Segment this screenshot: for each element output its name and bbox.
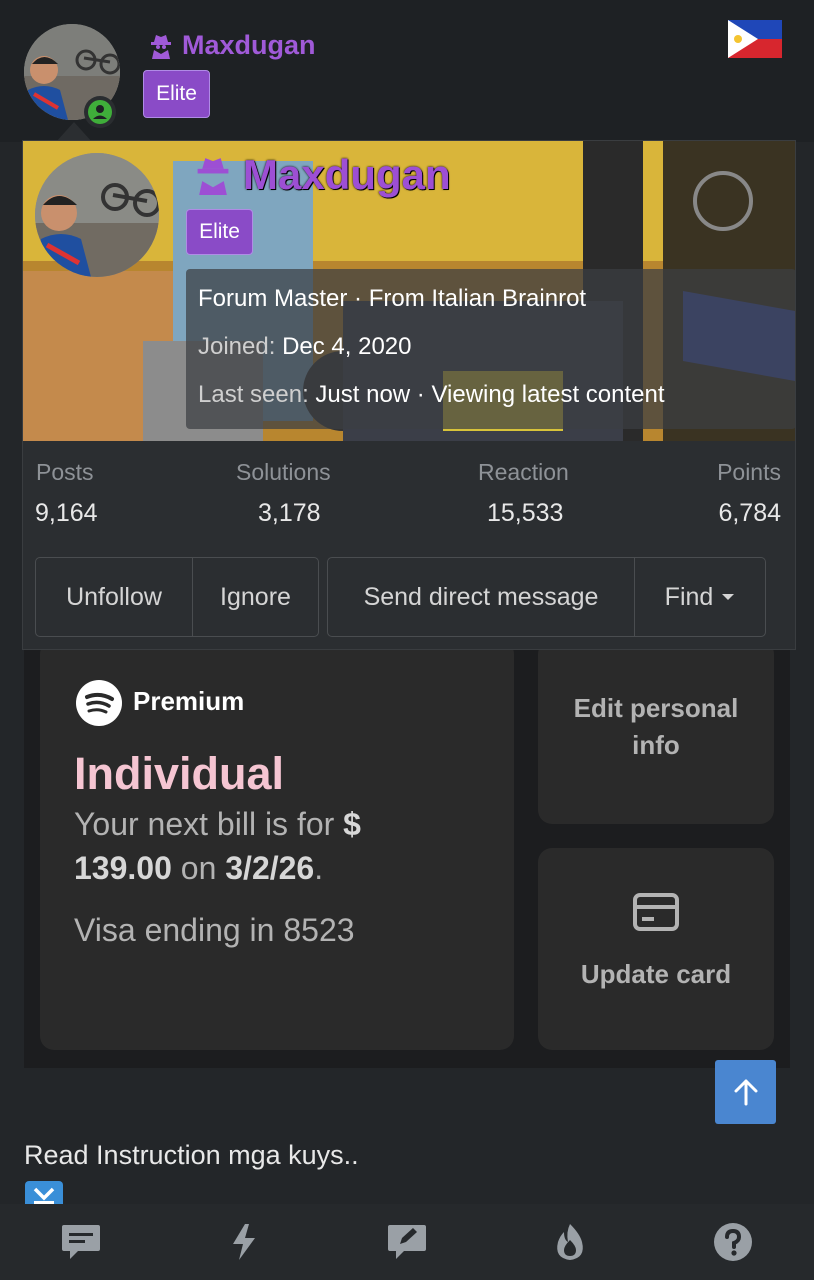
visa-line: Visa ending in 8523: [74, 912, 355, 948]
elite-badge: Elite: [143, 70, 210, 118]
caret-down-icon: [722, 594, 735, 600]
bill-period: .: [314, 850, 324, 886]
edit-info-label: Edit personal info: [573, 693, 739, 760]
profile-header: Maxdugan Elite: [0, 0, 814, 142]
update-card-card[interactable]: Update card: [538, 848, 774, 1050]
bottom-nav-bar: [0, 1204, 814, 1280]
bill-line-1: Your next bill is for $: [74, 806, 361, 843]
spy-icon: [151, 34, 171, 59]
last-seen-label: Last seen:: [198, 381, 309, 408]
bolt-icon: [233, 1224, 255, 1260]
edit-personal-info-card[interactable]: Edit personal info: [538, 640, 774, 824]
post-text: Read Instruction mga kuys..: [24, 1140, 359, 1170]
profile-banner: Maxdugan Elite Forum Master · From Itali…: [23, 141, 795, 441]
bill-line-2: 139.00 on 3/2/26.: [74, 850, 323, 887]
spy-icon: [197, 158, 229, 195]
arrow-up-icon: [734, 1079, 757, 1106]
bill-currency: $: [343, 806, 361, 842]
help-icon: [714, 1223, 752, 1261]
nav-new-post[interactable]: [385, 1222, 429, 1262]
popup-elite-badge: Elite: [186, 209, 253, 255]
stat-value-reaction[interactable]: 15,533: [487, 499, 563, 528]
joined-label: Joined:: [198, 333, 276, 360]
popup-username-text: Maxdugan: [243, 151, 451, 198]
member-stats: Posts 9,164 Solutions 3,178 Reaction 15,…: [23, 441, 795, 551]
stat-label-points: Points: [717, 459, 781, 485]
user-avatar[interactable]: [24, 24, 120, 128]
stat-label-solutions: Solutions: [236, 459, 331, 485]
nav-whats-new[interactable]: [222, 1222, 266, 1262]
nav-help[interactable]: [711, 1222, 755, 1262]
bill-date: 3/2/26: [225, 850, 315, 886]
scroll-to-top-button[interactable]: [715, 1060, 776, 1124]
premium-label: Premium: [133, 686, 245, 716]
joined-value: Dec 4, 2020: [282, 333, 412, 360]
stat-label-posts: Posts: [36, 459, 94, 485]
member-location: From Italian Brainrot: [368, 285, 587, 312]
edit-icon: [388, 1225, 426, 1259]
philippines-flag-icon: [728, 20, 782, 58]
nav-trending[interactable]: [548, 1222, 592, 1262]
last-seen-value: Just now · Viewing latest content: [315, 381, 665, 408]
plan-name: Individual: [74, 748, 285, 799]
last-seen-line: Last seen: Just now · Viewing latest con…: [198, 381, 665, 409]
bill-on: on: [180, 850, 217, 886]
fire-icon: [557, 1224, 583, 1260]
ignore-button[interactable]: Ignore: [192, 558, 318, 636]
stat-value-solutions[interactable]: 3,178: [258, 499, 321, 528]
banner-avatar[interactable]: [35, 153, 159, 277]
unfollow-button[interactable]: Unfollow: [36, 558, 192, 636]
member-rank: Forum Master: [198, 285, 348, 312]
credit-card-icon: [633, 893, 679, 931]
popup-arrow: [56, 122, 92, 142]
chat-icon: [62, 1225, 100, 1259]
send-direct-message-button[interactable]: Send direct message: [328, 558, 634, 636]
member-tooltip-card: Maxdugan Elite Forum Master · From Itali…: [22, 140, 796, 650]
spotify-icon: [76, 680, 122, 726]
nav-chat[interactable]: [59, 1222, 103, 1262]
bill-prefix: Your next bill is for: [74, 806, 335, 842]
stat-label-reaction: Reaction: [478, 459, 569, 485]
member-info-box: Forum Master · From Italian Brainrot Joi…: [186, 269, 795, 429]
header-username[interactable]: Maxdugan: [148, 30, 316, 61]
title-separator: ·: [347, 285, 369, 312]
bill-amount: 139.00: [74, 850, 172, 886]
find-dropdown-button[interactable]: Find: [634, 558, 765, 636]
update-card-label: Update card: [580, 959, 732, 989]
find-label: Find: [664, 582, 714, 611]
stat-value-points[interactable]: 6,784: [718, 499, 781, 528]
header-username-text: Maxdugan: [182, 30, 316, 60]
message-button-group: Send direct message Find: [327, 557, 766, 637]
stat-value-posts[interactable]: 9,164: [35, 499, 98, 528]
popup-username[interactable]: Maxdugan: [193, 151, 451, 199]
member-title-line: Forum Master · From Italian Brainrot: [198, 285, 586, 313]
spotify-premium-card: Premium Individual Your next bill is for…: [40, 640, 514, 1050]
joined-line: Joined: Dec 4, 2020: [198, 333, 411, 361]
follow-button-group: Unfollow Ignore: [35, 557, 319, 637]
